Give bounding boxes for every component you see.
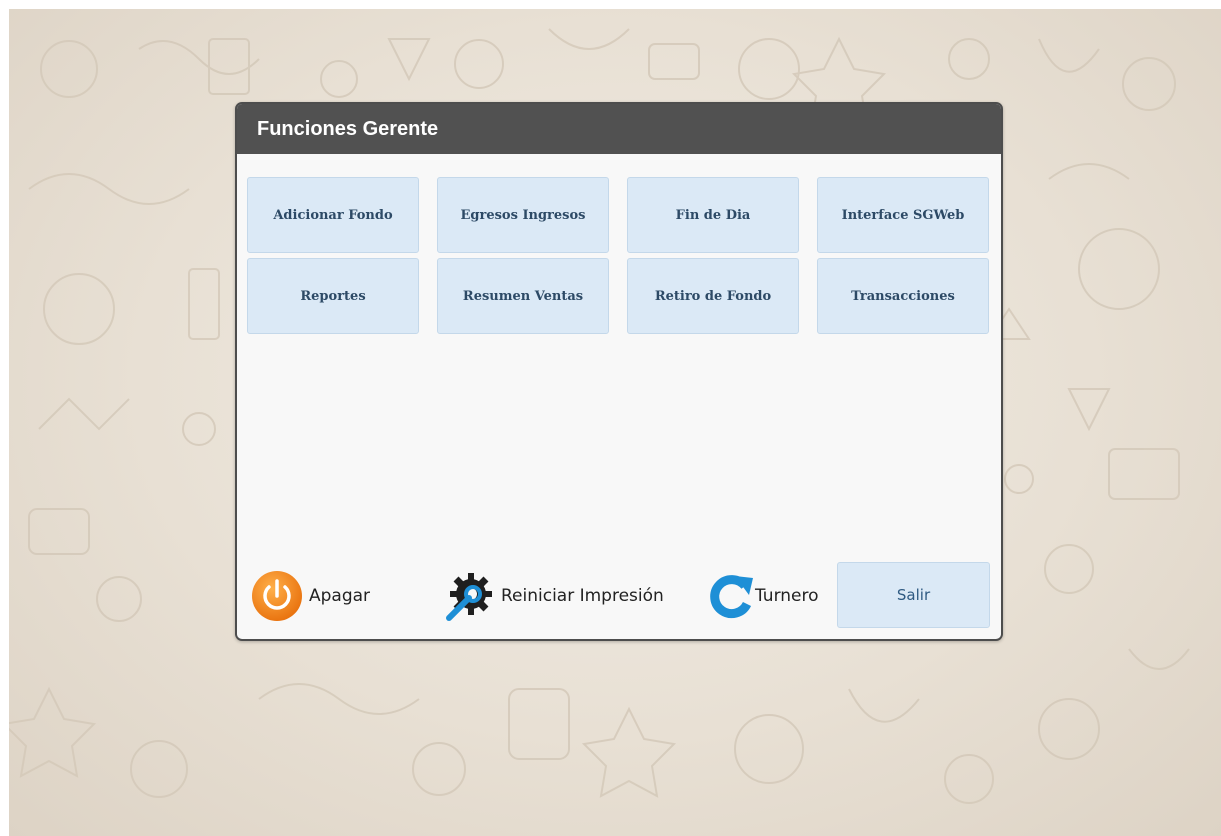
power-icon (252, 571, 302, 621)
interface-sgweb-button[interactable]: Interface SGWeb (817, 177, 989, 253)
dialog-title: Funciones Gerente (257, 117, 439, 140)
reportes-button[interactable]: Reportes (247, 258, 419, 334)
egresos-ingresos-button[interactable]: Egresos Ingresos (437, 177, 609, 253)
retiro-de-fondo-button[interactable]: Retiro de Fondo (627, 258, 799, 334)
fin-de-dia-button[interactable]: Fin de Dia (627, 177, 799, 253)
background: Funciones Gerente Adicionar Fondo Egreso… (9, 9, 1221, 836)
resumen-ventas-button[interactable]: Resumen Ventas (437, 258, 609, 334)
turnero-label: Turnero (755, 586, 819, 606)
apagar-label: Apagar (309, 586, 371, 606)
refresh-icon (710, 575, 753, 619)
salir-button[interactable]: Salir (837, 562, 990, 628)
manager-functions-dialog: Funciones Gerente Adicionar Fondo Egreso… (235, 102, 1003, 641)
reiniciar-impresion-button[interactable]: Reiniciar Impresión (443, 568, 664, 624)
wrench-gear-icon (446, 573, 492, 621)
dialog-header: Funciones Gerente (237, 104, 1001, 154)
turnero-button[interactable]: Turnero (705, 568, 819, 624)
transacciones-button[interactable]: Transacciones (817, 258, 989, 334)
dialog-footer: Apagar Reiniciar Impresión Turnero Salir (237, 562, 1001, 630)
adicionar-fondo-button[interactable]: Adicionar Fondo (247, 177, 419, 253)
function-grid: Adicionar Fondo Egresos Ingresos Fin de … (247, 177, 991, 334)
reiniciar-impresion-label: Reiniciar Impresión (501, 586, 664, 606)
apagar-button[interactable]: Apagar (251, 568, 370, 624)
